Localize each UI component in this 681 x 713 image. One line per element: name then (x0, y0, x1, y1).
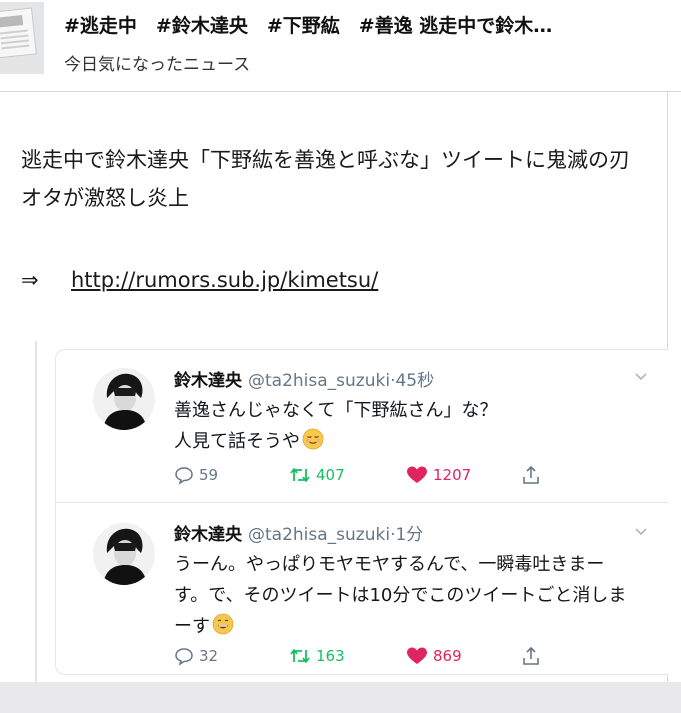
tweet-handle-time[interactable]: @ta2hisa_suzuki·1分 (248, 525, 423, 545)
tweet-actions: 59 407 1207 (174, 462, 654, 488)
tweet-text: うーん。やっぱりモヤモヤするんで、一瞬毒吐きまーす。で、そのツイートは10分でこ… (174, 549, 634, 642)
feed-hashtag-title[interactable]: #逃走中 #鈴木達央 #下野紘 #善逸 逃走中で鈴木… (64, 11, 664, 38)
share-button[interactable] (521, 462, 546, 488)
reply-icon (175, 648, 193, 666)
header-divider (0, 91, 681, 92)
link-row: ⇒ http://rumors.sub.jp/kimetsu/ (21, 268, 378, 292)
tweet-header: 鈴木達央 @ta2hisa_suzuki·1分 (174, 520, 423, 545)
reply-count: 32 (199, 647, 219, 665)
tweet-item: 鈴木達央 @ta2hisa_suzuki·1分 うーん。やっぱりモヤモヤするんで、… (56, 502, 668, 674)
reply-button[interactable]: 32 (174, 643, 218, 669)
quote-bar (35, 341, 37, 682)
like-button[interactable]: 869 (406, 643, 462, 669)
feed-header: #逃走中 #鈴木達央 #下野紘 #善逸 逃走中で鈴木… 今日気になったニュース (0, 0, 681, 90)
article-link[interactable]: http://rumors.sub.jp/kimetsu/ (71, 268, 378, 292)
retweet-count: 163 (316, 647, 345, 665)
reply-button[interactable]: 59 (174, 462, 218, 488)
tweet-item: 鈴木達央 @ta2hisa_suzuki·45秒 善逸さんじゃなくて「下野紘さん」… (56, 350, 668, 502)
arrow-icon: ⇒ (21, 268, 39, 292)
feed-bottom-gap (0, 682, 681, 713)
retweet-icon (290, 649, 310, 663)
tweet-author-name[interactable]: 鈴木達央 (174, 525, 242, 545)
heart-icon (407, 647, 427, 664)
reply-icon (175, 467, 193, 485)
tweet-text-body: うーん。やっぱりモヤモヤするんで、一瞬毒吐きまーす。で、そのツイートは10分でこ… (174, 554, 627, 637)
newspaper-icon (0, 2, 44, 74)
tweet-handle-time[interactable]: @ta2hisa_suzuki·45秒 (248, 371, 434, 391)
tweet-text-body: 善逸さんじゃなくて「下野紘さん」な？ 人見て話そうや (174, 400, 498, 452)
retweet-icon (290, 468, 310, 482)
like-count: 1207 (433, 466, 472, 484)
retweet-button[interactable]: 407 (289, 462, 345, 488)
like-button[interactable]: 1207 (406, 462, 471, 488)
tweet-actions: 32 163 869 (174, 643, 654, 669)
chevron-down-icon[interactable] (634, 525, 648, 539)
screenshot-frame: #逃走中 #鈴木達央 #下野紘 #善逸 逃走中で鈴木… 今日気になったニュース … (0, 0, 681, 713)
tweet-author-name[interactable]: 鈴木達央 (174, 371, 242, 391)
reply-count: 59 (199, 466, 219, 484)
share-icon (523, 465, 539, 484)
grinning-face-icon (212, 613, 234, 635)
embedded-tweet-screenshot: 鈴木達央 @ta2hisa_suzuki·45秒 善逸さんじゃなくて「下野紘さん」… (55, 349, 668, 675)
share-button[interactable] (521, 643, 546, 669)
avatar[interactable] (93, 523, 155, 585)
like-count: 869 (433, 647, 462, 665)
relieved-face-icon (302, 428, 324, 450)
share-icon (523, 646, 539, 665)
tweet-header: 鈴木達央 @ta2hisa_suzuki·45秒 (174, 366, 434, 391)
tweet-text: 善逸さんじゃなくて「下野紘さん」な？ 人見て話そうや (174, 395, 634, 457)
post-text: 逃走中で鈴木達央「下野紘を善逸と呼ぶな」ツイートに鬼滅の刃オタが激怒し炎上 (21, 148, 630, 210)
avatar[interactable] (93, 368, 155, 430)
feed-subtitle: 今日気になったニュース (64, 55, 251, 75)
retweet-button[interactable]: 163 (289, 643, 345, 669)
heart-icon (407, 466, 427, 483)
retweet-count: 407 (316, 466, 345, 484)
chevron-down-icon[interactable] (634, 370, 648, 384)
